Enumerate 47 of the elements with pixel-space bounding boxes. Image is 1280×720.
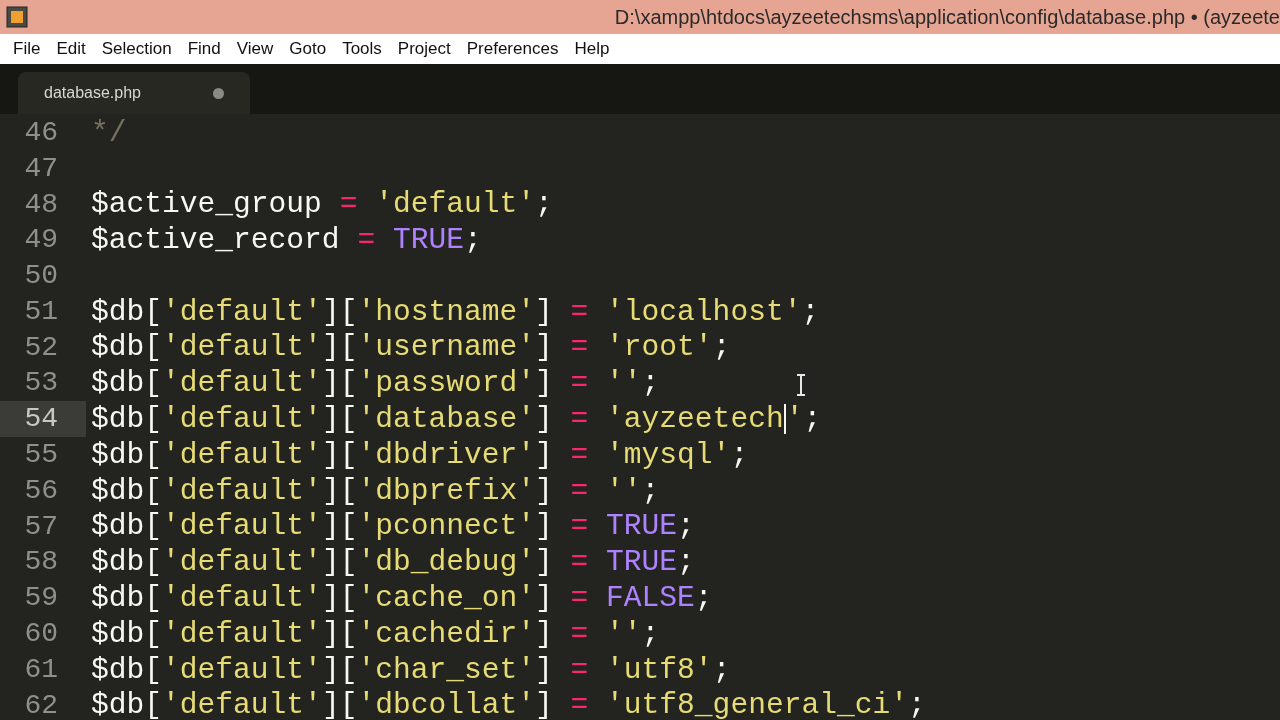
line-number: 57 [23, 509, 59, 544]
menu-item[interactable]: Help [567, 36, 617, 62]
line-number: 47 [23, 151, 59, 186]
line-number: 61 [23, 652, 59, 687]
code-line: $db['default']['dbcollat'] = 'utf8_general_ci'; [90, 687, 926, 720]
window-title: D:\xampp\htdocs\ayzeetechsms\application\config\database.php • (ayzeete [614, 5, 1280, 30]
menu-item[interactable]: Project [390, 36, 458, 62]
code-line: $db['default']['dbprefix'] = ''; [90, 472, 660, 510]
code-line: $active_group = 'default'; [90, 186, 553, 224]
code-line: */ [90, 114, 127, 152]
code-line: $db['default']['char_set'] = 'utf8'; [90, 651, 731, 689]
menu-item[interactable]: Tools [335, 36, 389, 62]
menu-item[interactable]: File [6, 36, 48, 62]
line-number: 56 [23, 473, 59, 508]
text-cursor-icon [795, 374, 807, 396]
line-number: 48 [23, 187, 59, 222]
code-line: $db['default']['cachedir'] = ''; [90, 615, 660, 653]
line-number: 51 [23, 294, 59, 329]
app-icon [6, 6, 28, 28]
code-line: $db['default']['password'] = ''; [90, 365, 660, 403]
code-line: $db['default']['hostname'] = 'localhost'; [90, 293, 820, 331]
code-line: $db['default']['db_debug'] = TRUE; [90, 544, 695, 582]
menu-item[interactable]: Selection [94, 36, 179, 62]
line-number: 54 [0, 401, 86, 438]
line-number: 49 [23, 223, 59, 258]
code-line: $db['default']['pconnect'] = TRUE; [90, 508, 695, 546]
line-number: 50 [23, 259, 59, 294]
code-line: $db['default']['username'] = 'root'; [90, 329, 731, 367]
file-tab[interactable]: database.php [18, 72, 250, 114]
code-line: $db['default']['dbdriver'] = 'mysql'; [90, 436, 749, 474]
code-line: $active_record = TRUE; [90, 222, 482, 260]
line-number: 55 [23, 438, 59, 473]
code-line: $db['default']['cache_on'] = FALSE; [90, 580, 713, 618]
code-line: $db['default']['database'] = 'ayzeetech'; [90, 401, 822, 439]
menu-item[interactable]: Find [180, 36, 228, 62]
line-number: 58 [23, 545, 59, 580]
text-caret [783, 404, 786, 435]
line-number: 53 [23, 366, 59, 401]
line-number: 46 [23, 115, 59, 150]
menu-item[interactable]: Goto [282, 36, 334, 62]
line-number: 62 [23, 688, 59, 720]
menu-item[interactable]: Edit [49, 36, 93, 62]
line-number: 60 [23, 617, 59, 652]
menu-item[interactable]: View [229, 36, 281, 62]
line-number: 52 [23, 330, 59, 365]
line-number: 59 [23, 581, 59, 616]
menu-item[interactable]: Preferences [459, 36, 566, 62]
